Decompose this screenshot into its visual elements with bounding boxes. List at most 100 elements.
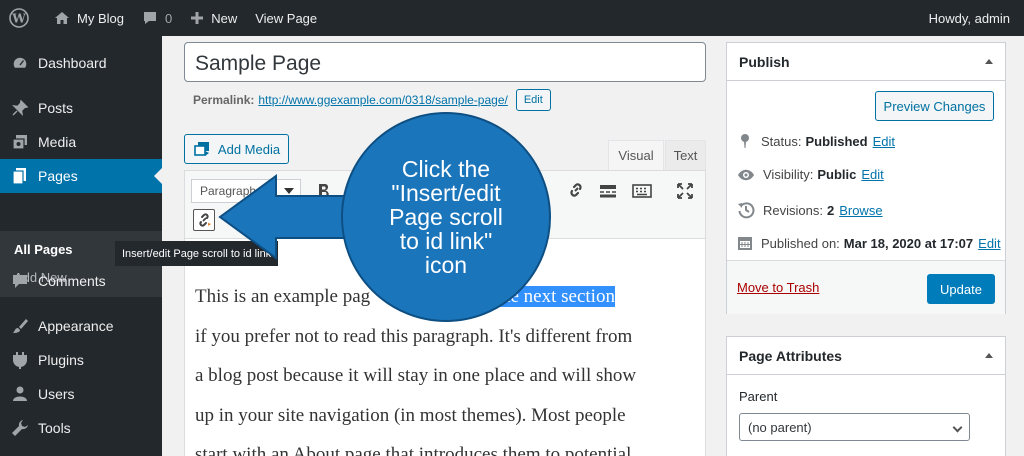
media-icon <box>10 132 30 152</box>
plus-icon <box>191 12 204 24</box>
revisions-value: 2 <box>826 202 835 218</box>
sidebar-item-dashboard[interactable]: Dashboard <box>0 46 162 80</box>
sidebar-item-label: Media <box>38 134 77 150</box>
callout-line: Page scroll <box>389 204 503 230</box>
paintbrush-icon <box>10 316 30 336</box>
sidebar-item-media[interactable]: Media <box>0 125 162 159</box>
read-more-icon <box>600 185 616 198</box>
publish-actions: Move to Trash Update <box>727 260 1005 314</box>
revisions-row: Revisions: 2 Browse <box>737 201 883 219</box>
published-edit-link[interactable]: Edit <box>978 236 1000 251</box>
sidebar-item-plugins[interactable]: Plugins <box>0 343 162 377</box>
permalink-row: Permalink: http://www.ggexample.com/0318… <box>193 89 551 111</box>
publish-box-header[interactable]: Publish <box>727 43 1005 81</box>
wordpress-logo-icon[interactable]: W <box>0 0 45 36</box>
sidebar-item-label: Posts <box>38 100 74 116</box>
link-icon <box>570 183 582 197</box>
published-label: Published on: <box>761 235 840 251</box>
sidebar-item-comments[interactable]: Comments <box>0 264 162 298</box>
new-content-link[interactable]: New <box>181 0 246 36</box>
title-input[interactable]: Sample Page <box>184 42 706 82</box>
plugin-icon <box>10 350 30 370</box>
permalink-edit-button[interactable]: Edit <box>515 89 551 111</box>
permalink-url-link[interactable]: http://www.ggexample.com/0318/sample-pag… <box>258 93 507 107</box>
chevron-down-icon <box>284 188 294 194</box>
align-right-button[interactable] <box>527 180 549 202</box>
status-edit-link[interactable]: Edit <box>873 134 895 149</box>
sidebar-item-label: Appearance <box>38 318 114 334</box>
callout-line: Click the <box>401 156 491 182</box>
wrench-icon <box>10 418 30 438</box>
comment-icon <box>10 271 30 291</box>
read-more-button[interactable] <box>597 180 619 202</box>
keyboard-icon <box>632 184 652 198</box>
comment-icon <box>143 12 156 24</box>
sidebar-item-label: Dashboard <box>38 55 107 71</box>
visibility-label: Visibility: <box>763 167 814 182</box>
visibility-edit-link[interactable]: Edit <box>861 167 883 182</box>
backup-icon <box>738 202 755 219</box>
pages-icon <box>10 166 30 186</box>
sidebar-item-posts[interactable]: Posts <box>0 91 162 125</box>
sidebar-item-users[interactable]: Users <box>0 377 162 411</box>
format-select-value: Paragraph <box>200 184 257 198</box>
collapse-arrow-icon[interactable] <box>985 353 993 358</box>
parent-select[interactable]: (no parent) <box>739 413 970 441</box>
collapse-arrow-icon[interactable] <box>985 59 993 64</box>
howdy-text: Howdy, admin <box>928 10 1010 26</box>
revisions-browse-link[interactable]: Browse <box>839 203 882 218</box>
update-button[interactable]: Update <box>927 274 995 304</box>
revisions-label: Revisions: <box>763 202 823 218</box>
selected-text: to the next section <box>476 286 615 307</box>
callout-line: "Insert/edit <box>391 180 501 206</box>
visibility-row: Visibility: Public Edit <box>737 167 884 182</box>
bold-button[interactable] <box>313 180 335 202</box>
add-media-button[interactable]: Add Media <box>184 134 289 164</box>
content-line: if you prefer not to read this paragraph… <box>195 325 633 347</box>
preview-changes-button[interactable]: Preview Changes <box>875 91 994 121</box>
my-account-link[interactable]: Howdy, admin <box>920 0 1024 36</box>
published-value: Mar 18, 2020 at 17:07 <box>843 235 974 251</box>
bold-icon <box>319 184 329 198</box>
submenu-all-pages[interactable]: All Pages <box>14 242 73 257</box>
permalink-label: Permalink: <box>193 93 255 107</box>
tab-text[interactable]: Text <box>665 140 706 170</box>
insert-link-button[interactable] <box>565 179 587 201</box>
parent-select-value: (no parent) <box>748 420 812 435</box>
align-right-icon <box>532 184 545 198</box>
fullscreen-button[interactable] <box>674 180 696 202</box>
view-page-label: View Page <box>255 10 318 26</box>
page-attributes-header[interactable]: Page Attributes <box>727 337 1005 375</box>
site-name: My Blog <box>77 10 124 26</box>
format-select[interactable]: Paragraph <box>191 179 301 203</box>
view-page-link[interactable]: View Page <box>246 0 326 36</box>
comments-link[interactable]: 0 <box>133 0 181 36</box>
fullscreen-icon <box>677 183 693 199</box>
parent-label: Parent <box>739 389 778 404</box>
move-to-trash-link[interactable]: Move to Trash <box>737 280 819 295</box>
content-line: a blog post because it will stay in one … <box>195 365 637 386</box>
page-scroll-link-button[interactable] <box>193 209 215 231</box>
editor-content[interactable]: This is an example pag to the next sectio… <box>195 277 695 456</box>
sidebar-item-appearance[interactable]: Appearance <box>0 309 162 343</box>
chevron-down-icon <box>952 422 963 433</box>
pushpin-icon <box>10 98 30 118</box>
status-row: Status: Published Edit <box>737 133 895 149</box>
users-icon <box>10 384 30 404</box>
callout-text: Click the "Insert/edit Page scroll to id… <box>370 157 522 277</box>
sidebar-item-tools[interactable]: Tools <box>0 411 162 445</box>
sidebar-item-label: Plugins <box>38 352 84 368</box>
dashboard-icon <box>10 53 30 73</box>
publish-title: Publish <box>739 53 790 70</box>
status-label: Status: <box>761 133 802 149</box>
page-attributes-box: Page Attributes Parent (no parent) <box>726 336 1006 456</box>
tab-visual[interactable]: Visual <box>608 140 664 170</box>
sidebar-item-label: Pages <box>38 168 78 184</box>
page-scroll-link-icon <box>199 213 211 228</box>
site-name-link[interactable]: My Blog <box>45 0 133 36</box>
sidebar-item-pages[interactable]: Pages <box>0 159 162 193</box>
eye-icon <box>738 169 754 180</box>
sidebar-item-label: Users <box>38 386 75 402</box>
toolbar-toggle-button[interactable] <box>631 180 653 202</box>
callout-line: icon <box>424 252 468 278</box>
